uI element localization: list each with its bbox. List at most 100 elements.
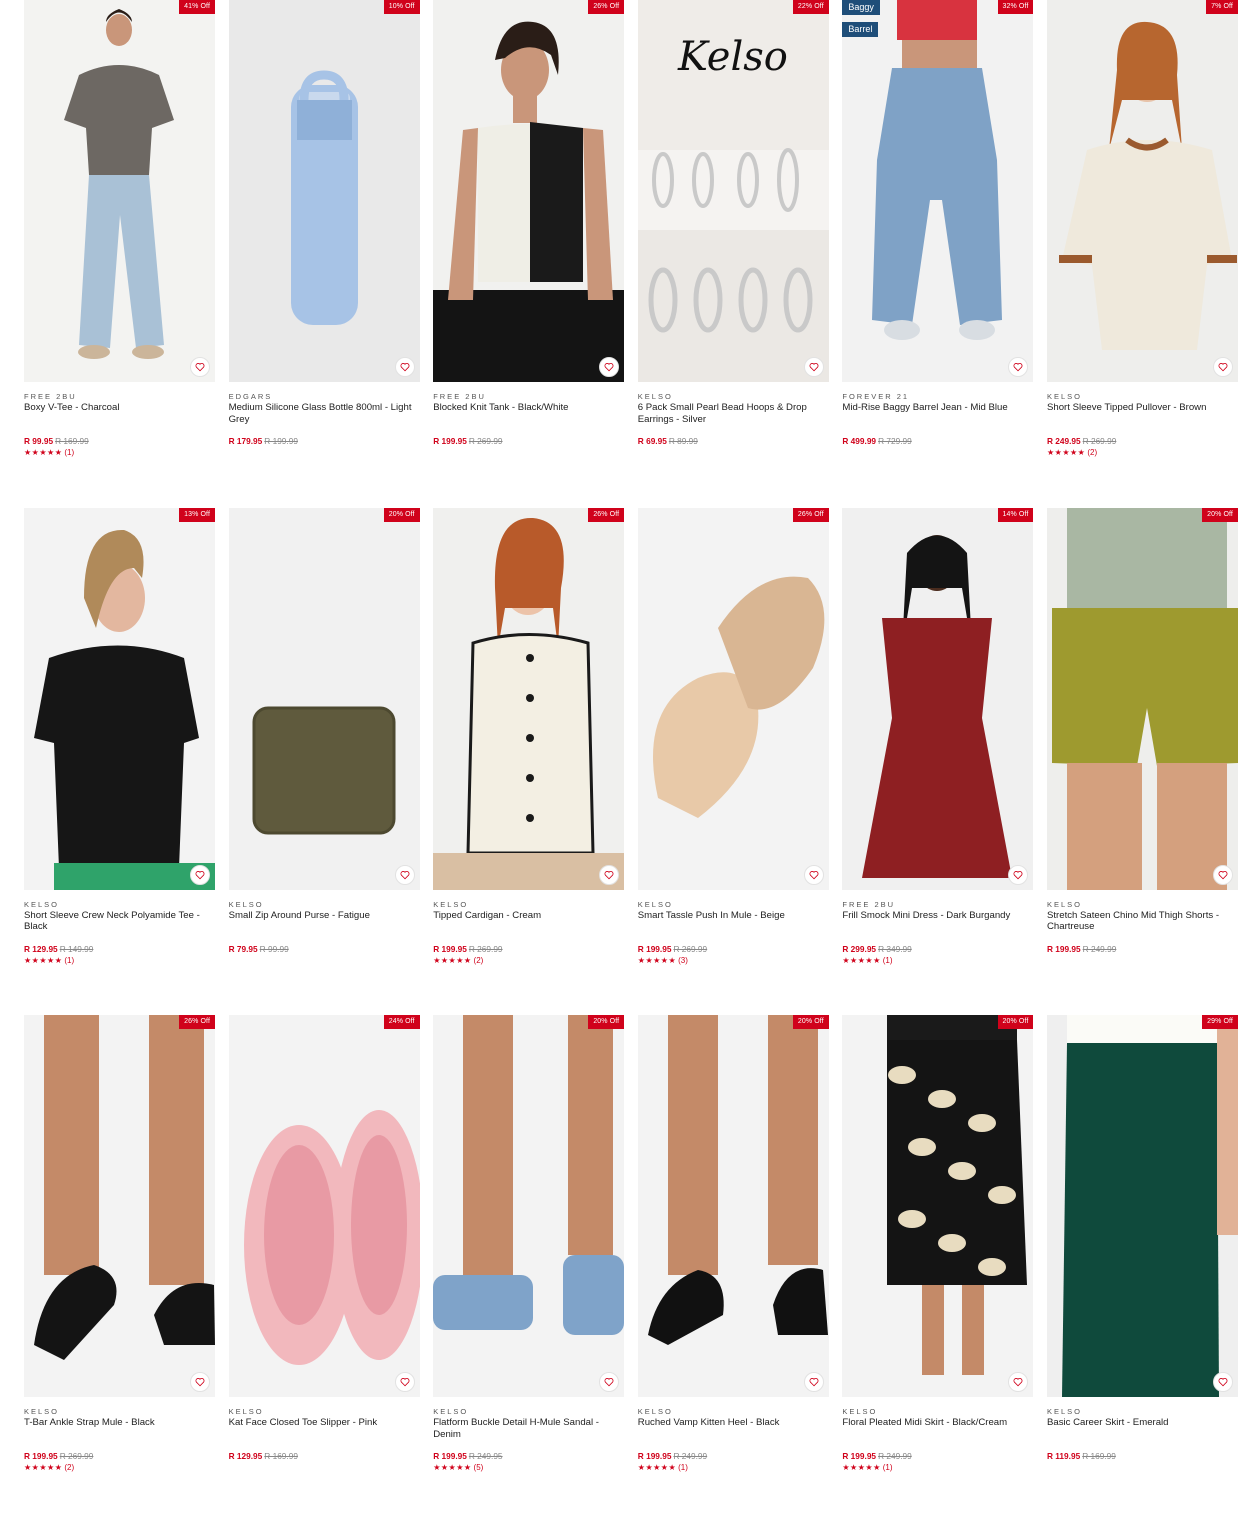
product-price: R 199.95 R 249.95 bbox=[433, 1451, 624, 1461]
product-image[interactable]: 26% Off bbox=[433, 0, 625, 382]
product-title[interactable]: Medium Silicone Glass Bottle 800ml - Lig… bbox=[229, 402, 420, 425]
product-image[interactable]: 20% Off bbox=[433, 1015, 625, 1397]
discount-badge: 20% Off bbox=[792, 1015, 829, 1029]
product-title[interactable]: Short Sleeve Tipped Pullover - Brown bbox=[1047, 402, 1238, 425]
wishlist-heart-icon[interactable] bbox=[1212, 864, 1233, 885]
product-card[interactable]: 20% Off KELSO Ruched Vamp Kitten Heel - … bbox=[637, 1015, 829, 1523]
rating[interactable]: ★★★★★ (1) bbox=[24, 447, 215, 458]
rating[interactable]: ★★★★★ (2) bbox=[1047, 447, 1238, 458]
rating[interactable]: ★★★★★ (1) bbox=[842, 1462, 1033, 1473]
product-image[interactable]: 20% Off bbox=[1046, 507, 1238, 890]
product-title[interactable]: Mid-Rise Baggy Barrel Jean - Mid Blue bbox=[842, 402, 1033, 425]
product-image-art bbox=[433, 1015, 625, 1397]
product-card[interactable]: Kelso 22% Off KELSO 6 Pack Small Pearl B… bbox=[637, 0, 829, 508]
product-card[interactable]: 26% Off FREE 2BU Blocked Knit Tank - Bla… bbox=[433, 0, 625, 508]
product-brand: KELSO bbox=[228, 1407, 264, 1416]
product-card[interactable]: 26% Off KELSO Smart Tassle Push In Mule … bbox=[637, 507, 829, 1016]
product-title[interactable]: Tipped Cardigan - Cream bbox=[433, 910, 624, 933]
product-title[interactable]: Kat Face Closed Toe Slipper - Pink bbox=[229, 1417, 420, 1440]
product-card[interactable]: Baggy Barrel 32% Off FOREVER 21 Mid-Rise … bbox=[842, 0, 1034, 508]
product-title[interactable]: Boxy V-Tee - Charcoal bbox=[24, 402, 215, 425]
wishlist-heart-icon[interactable] bbox=[394, 864, 415, 885]
product-image[interactable]: 26% Off bbox=[24, 1015, 215, 1397]
wishlist-heart-icon[interactable] bbox=[599, 864, 620, 885]
discount-badge: 29% Off bbox=[1202, 1015, 1238, 1029]
product-image[interactable]: 20% Off bbox=[228, 507, 420, 890]
original-price: R 269.99 bbox=[468, 943, 503, 954]
original-price: R 169.99 bbox=[55, 436, 89, 446]
product-card[interactable]: 26% Off KELSO T-Bar Ankle Strap Mule - B… bbox=[24, 1015, 215, 1523]
product-image[interactable]: 10% Off bbox=[228, 0, 420, 382]
product-title[interactable]: Flatform Buckle Detail H-Mule Sandal - D… bbox=[433, 1417, 624, 1440]
rating[interactable]: ★★★★★ (2) bbox=[433, 955, 624, 966]
rating[interactable]: ★★★★★ (1) bbox=[842, 955, 1033, 966]
wishlist-heart-icon[interactable] bbox=[803, 864, 824, 885]
product-image[interactable]: 7% Off bbox=[1046, 0, 1238, 382]
sale-price: R 69.95 bbox=[637, 436, 667, 446]
product-card[interactable]: 41% Off FREE 2BU Boxy V-Tee - Charcoal R… bbox=[24, 0, 215, 508]
product-brand: KELSO bbox=[228, 899, 264, 909]
rating[interactable]: ★★★★★ (5) bbox=[433, 1462, 624, 1473]
wishlist-heart-icon[interactable] bbox=[190, 864, 210, 885]
product-card[interactable]: 29% Off KELSO Basic Career Skirt - Emera… bbox=[1046, 1015, 1238, 1523]
original-price: R 249.99 bbox=[673, 1451, 708, 1461]
wishlist-heart-icon[interactable] bbox=[1008, 864, 1029, 885]
feature-tag: Baggy bbox=[842, 0, 880, 15]
product-title[interactable]: Blocked Knit Tank - Black/White bbox=[433, 402, 624, 425]
product-image[interactable]: 26% Off bbox=[637, 507, 829, 890]
product-card[interactable]: 26% Off KELSO Tipped Cardigan - Cream R … bbox=[433, 507, 625, 1016]
wishlist-heart-icon[interactable] bbox=[803, 357, 824, 377]
rating[interactable]: ★★★★★ (1) bbox=[24, 955, 215, 966]
rating[interactable]: ★★★★★ (2) bbox=[24, 1462, 215, 1473]
product-card[interactable]: 20% Off KELSO Flatform Buckle Detail H-M… bbox=[433, 1015, 625, 1523]
product-title[interactable]: Frill Smock Mini Dress - Dark Burgandy bbox=[842, 910, 1033, 933]
product-image[interactable]: Baggy Barrel 32% Off bbox=[842, 0, 1034, 382]
product-card[interactable]: 20% Off KELSO Floral Pleated Midi Skirt … bbox=[842, 1015, 1034, 1523]
product-card[interactable]: 7% Off KELSO Short Sleeve Tipped Pullove… bbox=[1046, 0, 1238, 508]
product-image[interactable]: 41% Off bbox=[24, 0, 215, 382]
wishlist-heart-icon[interactable] bbox=[394, 357, 415, 377]
product-image[interactable]: 20% Off bbox=[842, 1015, 1034, 1397]
product-title[interactable]: Ruched Vamp Kitten Heel - Black bbox=[638, 1417, 829, 1440]
product-title[interactable]: Basic Career Skirt - Emerald bbox=[1047, 1417, 1238, 1440]
product-title[interactable]: T-Bar Ankle Strap Mule - Black bbox=[24, 1417, 215, 1440]
product-image[interactable]: 13% Off bbox=[24, 507, 215, 890]
product-title[interactable]: Short Sleeve Crew Neck Polyamide Tee - B… bbox=[24, 910, 215, 933]
product-brand: KELSO bbox=[433, 1407, 469, 1416]
product-price: R 69.95 R 89.99 bbox=[638, 436, 829, 446]
product-card[interactable]: 20% Off KELSO Small Zip Around Purse - F… bbox=[228, 507, 420, 1016]
product-image[interactable]: 29% Off bbox=[1046, 1015, 1238, 1397]
wishlist-heart-icon[interactable] bbox=[1212, 1372, 1233, 1392]
product-image[interactable]: 24% Off bbox=[228, 1015, 420, 1397]
product-card[interactable]: 13% Off KELSO Short Sleeve Crew Neck Pol… bbox=[24, 507, 215, 1016]
original-price: R 349.99 bbox=[878, 943, 912, 954]
product-image[interactable]: 26% Off bbox=[433, 507, 625, 890]
wishlist-heart-icon[interactable] bbox=[1212, 357, 1233, 377]
product-card[interactable]: 14% Off FREE 2BU Frill Smock Mini Dress … bbox=[842, 507, 1034, 1016]
discount-badge: 26% Off bbox=[179, 1015, 215, 1029]
product-title[interactable]: Small Zip Around Purse - Fatigue bbox=[229, 910, 420, 933]
product-title[interactable]: 6 Pack Small Pearl Bead Hoops & Drop Ear… bbox=[638, 402, 829, 425]
rating[interactable]: ★★★★★ (1) bbox=[638, 1462, 829, 1473]
wishlist-heart-icon[interactable] bbox=[190, 357, 210, 377]
product-title[interactable]: Stretch Sateen Chino Mid Thigh Shorts - … bbox=[1047, 910, 1238, 933]
wishlist-heart-icon[interactable] bbox=[803, 1372, 824, 1392]
review-count: (2) bbox=[64, 1463, 75, 1472]
product-title[interactable]: Floral Pleated Midi Skirt - Black/Cream bbox=[842, 1417, 1033, 1440]
product-brand: KELSO bbox=[637, 899, 673, 909]
discount-badge: 22% Off bbox=[792, 0, 829, 14]
product-title[interactable]: Smart Tassle Push In Mule - Beige bbox=[638, 910, 829, 933]
rating[interactable]: ★★★★★ (3) bbox=[638, 955, 829, 966]
product-image-art bbox=[433, 0, 625, 382]
product-card[interactable]: 24% Off KELSO Kat Face Closed Toe Slippe… bbox=[228, 1015, 420, 1523]
wishlist-heart-icon[interactable] bbox=[394, 1372, 415, 1392]
product-image[interactable]: Kelso 22% Off bbox=[637, 0, 829, 382]
discount-badge: 10% Off bbox=[383, 0, 420, 14]
product-image[interactable]: 20% Off bbox=[637, 1015, 829, 1397]
product-image[interactable]: 14% Off bbox=[842, 507, 1034, 890]
product-card[interactable]: 10% Off EDGARS Medium Silicone Glass Bot… bbox=[228, 0, 420, 508]
product-image-art bbox=[1046, 1015, 1238, 1397]
wishlist-heart-icon[interactable] bbox=[190, 1372, 210, 1392]
review-count: (5) bbox=[473, 1463, 484, 1472]
product-card[interactable]: 20% Off KELSO Stretch Sateen Chino Mid T… bbox=[1046, 507, 1238, 1016]
